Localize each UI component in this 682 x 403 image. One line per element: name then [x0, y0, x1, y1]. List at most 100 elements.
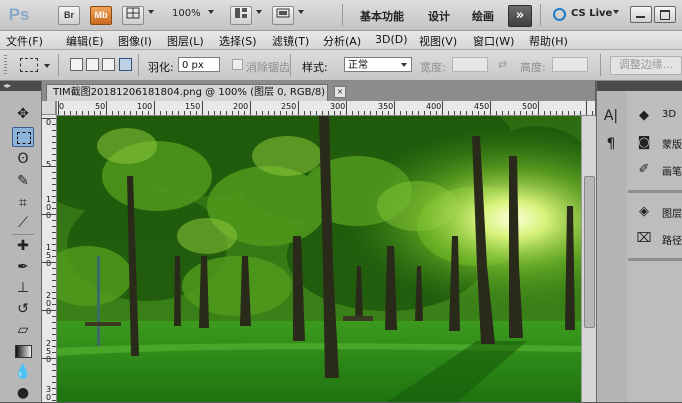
ruler-tick — [202, 101, 203, 115]
dodge-tool-icon[interactable]: ● — [12, 383, 34, 403]
ruler-label: 150 — [185, 102, 201, 111]
ruler-tick — [502, 111, 503, 115]
antialias-checkbox[interactable] — [232, 59, 243, 70]
separator — [600, 54, 601, 76]
mini-bridge-button[interactable]: Mb — [90, 6, 112, 25]
menu-window[interactable]: 窗口(W) — [473, 33, 514, 49]
panel-layers[interactable]: ◈ 图层 — [632, 200, 682, 224]
ruler-tick — [574, 111, 575, 115]
ruler-tick — [112, 111, 113, 115]
ruler-tick — [52, 184, 56, 185]
chevron-down-icon[interactable] — [256, 10, 262, 14]
ruler-tick — [520, 111, 521, 115]
close-tab-button[interactable]: × — [334, 86, 346, 98]
canvas-area[interactable] — [57, 116, 581, 402]
ruler-tick — [52, 190, 56, 191]
bridge-button[interactable]: Br — [58, 6, 80, 25]
history-brush-tool-icon[interactable]: ↺ — [12, 299, 34, 319]
menu-layer[interactable]: 图层(L) — [167, 33, 204, 49]
menu-filter[interactable]: 滤镜(T) — [272, 33, 309, 49]
chevron-down-icon[interactable] — [613, 10, 619, 14]
width-input[interactable] — [452, 57, 488, 72]
blur-tool-icon[interactable]: 💧 — [12, 362, 34, 382]
vertical-scrollbar[interactable] — [581, 116, 596, 402]
workspace-painting[interactable]: 绘画 — [472, 8, 494, 24]
scrollbar-thumb[interactable] — [584, 176, 595, 328]
ruler-tick — [388, 111, 389, 115]
chevron-down-icon[interactable] — [298, 10, 304, 14]
subtract-from-selection-button[interactable] — [102, 58, 115, 71]
style-label: 样式: — [302, 61, 328, 74]
lasso-tool-icon[interactable]: ʘ — [12, 149, 34, 169]
menu-image[interactable]: 图像(I) — [118, 33, 152, 49]
workspace-essentials[interactable]: 基本功能 — [360, 8, 404, 24]
panel-dock-header[interactable] — [627, 81, 682, 91]
screen-mode-button[interactable] — [272, 6, 294, 25]
swap-icon[interactable]: ⇄ — [498, 58, 507, 71]
character-panel-icon[interactable]: A| — [602, 108, 620, 124]
menu-view[interactable]: 视图(V) — [419, 33, 457, 49]
menu-select[interactable]: 选择(S) — [219, 33, 257, 49]
cs-live-button[interactable]: CS Live — [571, 8, 612, 19]
minimize-button[interactable] — [630, 6, 652, 23]
panel-strip-header[interactable] — [597, 81, 627, 91]
panel-3d[interactable]: ◆ 3D — [632, 104, 682, 128]
panel-masks[interactable]: ◙ 蒙版 — [632, 131, 682, 155]
ruler-tick — [250, 101, 251, 115]
gradient-tool-icon[interactable] — [12, 341, 34, 361]
ruler-tick — [52, 280, 56, 281]
chevron-down-icon[interactable] — [44, 64, 50, 68]
spot-healing-tool-icon[interactable]: ✚ — [12, 236, 34, 256]
document-tab[interactable]: TIM截图20181206181804.png @ 100% (图层 0, RG… — [46, 84, 328, 101]
menu-file[interactable]: 文件(F) — [6, 33, 43, 49]
menu-edit[interactable]: 编辑(E) — [66, 33, 104, 49]
restore-button[interactable] — [654, 6, 676, 23]
brush-tool-icon[interactable]: ✒ — [12, 257, 34, 277]
ruler-tick — [52, 346, 56, 347]
ruler-tick — [124, 111, 125, 115]
ruler-tick — [316, 111, 317, 115]
zoom-level[interactable]: 100% — [172, 8, 201, 19]
crop-tool-icon[interactable]: ⌗ — [12, 193, 34, 213]
extras-button[interactable] — [122, 6, 144, 25]
clone-stamp-tool-icon[interactable]: ⊥ — [12, 278, 34, 298]
ruler-tick — [556, 111, 557, 115]
feather-input[interactable]: 0 px — [178, 57, 220, 72]
menu-3d[interactable]: 3D(D) — [375, 33, 408, 46]
refine-edge-button[interactable]: 调整边缘... — [610, 56, 682, 75]
more-workspaces-button[interactable]: » — [508, 5, 532, 27]
tools-panel-header[interactable]: ◂▸ — [0, 81, 41, 91]
eraser-tool-icon[interactable]: ▱ — [12, 320, 34, 340]
screen-mode-icon — [276, 8, 290, 18]
style-select[interactable]: 正常 — [344, 57, 412, 72]
workspace-design[interactable]: 设计 — [428, 8, 450, 24]
quick-selection-tool-icon[interactable]: ✎ — [12, 171, 34, 191]
arrange-documents-button[interactable] — [230, 6, 252, 25]
feather-label: 羽化: — [148, 61, 174, 74]
height-input[interactable] — [552, 57, 588, 72]
menu-help[interactable]: 帮助(H) — [529, 33, 568, 49]
add-to-selection-button[interactable] — [86, 58, 99, 71]
ruler-tick — [448, 111, 449, 115]
new-selection-button[interactable] — [70, 58, 83, 71]
move-tool-icon[interactable]: ✥ — [12, 104, 34, 124]
grip-handle[interactable] — [4, 55, 7, 75]
panel-paths[interactable]: ⌧ 路径 — [632, 227, 682, 251]
marquee-preset-icon[interactable] — [20, 58, 38, 72]
panel-brushes[interactable]: ✐ 画笔 — [632, 158, 682, 182]
ruler-origin[interactable] — [42, 101, 56, 115]
paragraph-panel-icon[interactable]: ¶ — [602, 136, 620, 152]
intersect-selection-button[interactable] — [119, 58, 132, 71]
ruler-tick — [52, 196, 56, 197]
rectangular-marquee-tool-icon[interactable] — [12, 127, 34, 147]
ruler-tick — [538, 101, 539, 115]
ruler-tick — [322, 111, 323, 115]
chevron-down-icon[interactable] — [208, 10, 214, 14]
ruler-tick — [76, 111, 77, 115]
eyedropper-tool-icon[interactable]: ⟋ — [12, 213, 34, 233]
ruler-tick — [52, 322, 56, 323]
menu-analysis[interactable]: 分析(A) — [323, 33, 361, 49]
panel-paths-label: 路径 — [662, 236, 682, 247]
ruler-label: 450 — [474, 102, 490, 111]
chevron-down-icon[interactable] — [148, 10, 154, 14]
